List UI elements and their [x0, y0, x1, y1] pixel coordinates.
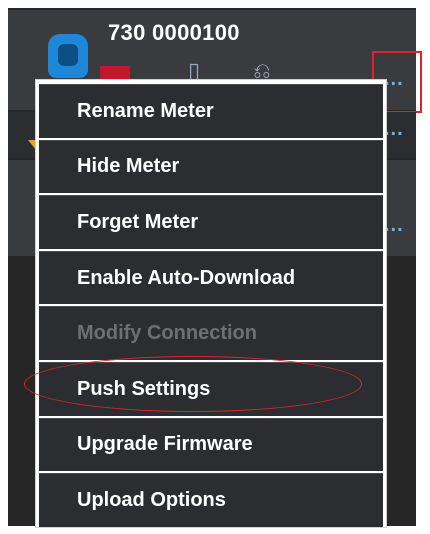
- meter-context-menu: Rename Meter Hide Meter Forget Meter Ena…: [36, 80, 386, 527]
- menu-item-rename-meter[interactable]: Rename Meter: [39, 84, 383, 138]
- menu-item-modify-connection: Modify Connection: [39, 306, 383, 360]
- menu-item-upload-options[interactable]: Upload Options: [39, 473, 383, 527]
- more-options-button[interactable]: ...: [384, 214, 404, 237]
- menu-item-push-settings[interactable]: Push Settings: [39, 361, 383, 416]
- menu-item-hide-meter[interactable]: Hide Meter: [39, 139, 383, 194]
- meter-id: 730 0000100: [108, 20, 240, 45]
- menu-item-upgrade-firmware[interactable]: Upgrade Firmware: [39, 417, 383, 472]
- more-options-button[interactable]: ...: [384, 118, 404, 141]
- menu-item-forget-meter[interactable]: Forget Meter: [39, 195, 383, 249]
- menu-item-enable-auto-download[interactable]: Enable Auto-Download: [39, 250, 383, 305]
- meter-device-icon: [48, 34, 88, 78]
